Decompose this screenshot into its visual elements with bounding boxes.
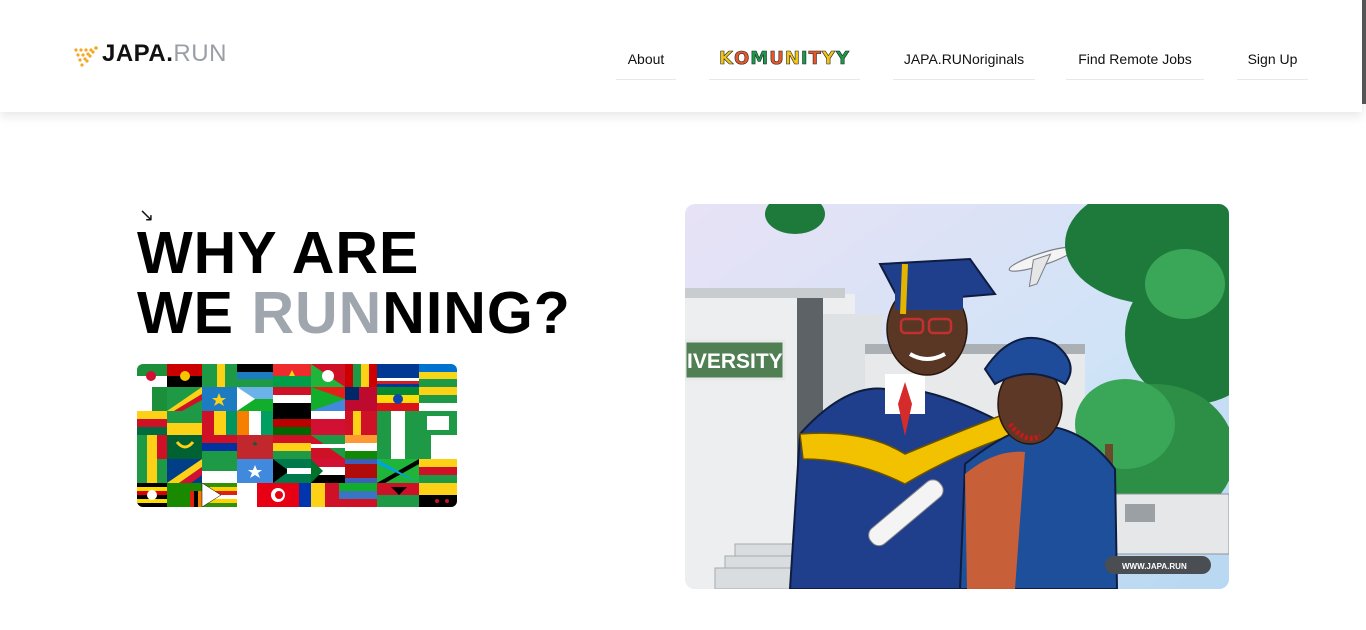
headline-ning: NING? — [382, 280, 571, 346]
graduation-illustration: IVERSITY WWW.JAPA.RUN — [685, 204, 1229, 589]
headline-line-2: WE RUNNING? — [137, 283, 571, 343]
brand-name-light: RUN — [173, 40, 227, 67]
site-header: JAPA. RUN About KOMUNITYY JAPA.RUNorigina… — [0, 0, 1362, 112]
logo-arrow-icon — [74, 46, 98, 67]
nav-komunity[interactable]: KOMUNITYY — [709, 38, 860, 80]
headline-run: RUN — [251, 280, 383, 346]
brand-name-dark: JAPA. — [102, 40, 174, 67]
komunity-letter: I — [800, 48, 809, 70]
komunity-letter: O — [733, 48, 751, 70]
scrollbar[interactable] — [1362, 0, 1366, 104]
komunity-letter: U — [769, 48, 785, 70]
headline-we: WE — [137, 280, 252, 346]
university-sign-text: IVERSITY — [687, 350, 783, 373]
nav-originals[interactable]: JAPA.RUNoriginals — [893, 38, 1035, 80]
komunity-letter: Y — [835, 48, 850, 70]
komunity-letter: K — [719, 48, 734, 70]
watermark-text: WWW.JAPA.RUN — [1122, 562, 1187, 571]
hero-headline: WHY ARE WE RUNNING? — [137, 223, 571, 343]
headline-line-1: WHY ARE — [137, 220, 420, 286]
komunity-letter: N — [784, 48, 801, 70]
komunity-letter: M — [750, 48, 770, 70]
nav-sign-up[interactable]: Sign Up — [1237, 38, 1308, 80]
brand-logo[interactable]: JAPA. RUN — [72, 40, 227, 68]
komunity-letter: T — [808, 48, 822, 70]
african-flags-collage — [137, 364, 457, 507]
nav-find-remote-jobs[interactable]: Find Remote Jobs — [1066, 38, 1204, 80]
komunity-letter: Y — [821, 48, 836, 70]
nav-about[interactable]: About — [616, 38, 676, 80]
